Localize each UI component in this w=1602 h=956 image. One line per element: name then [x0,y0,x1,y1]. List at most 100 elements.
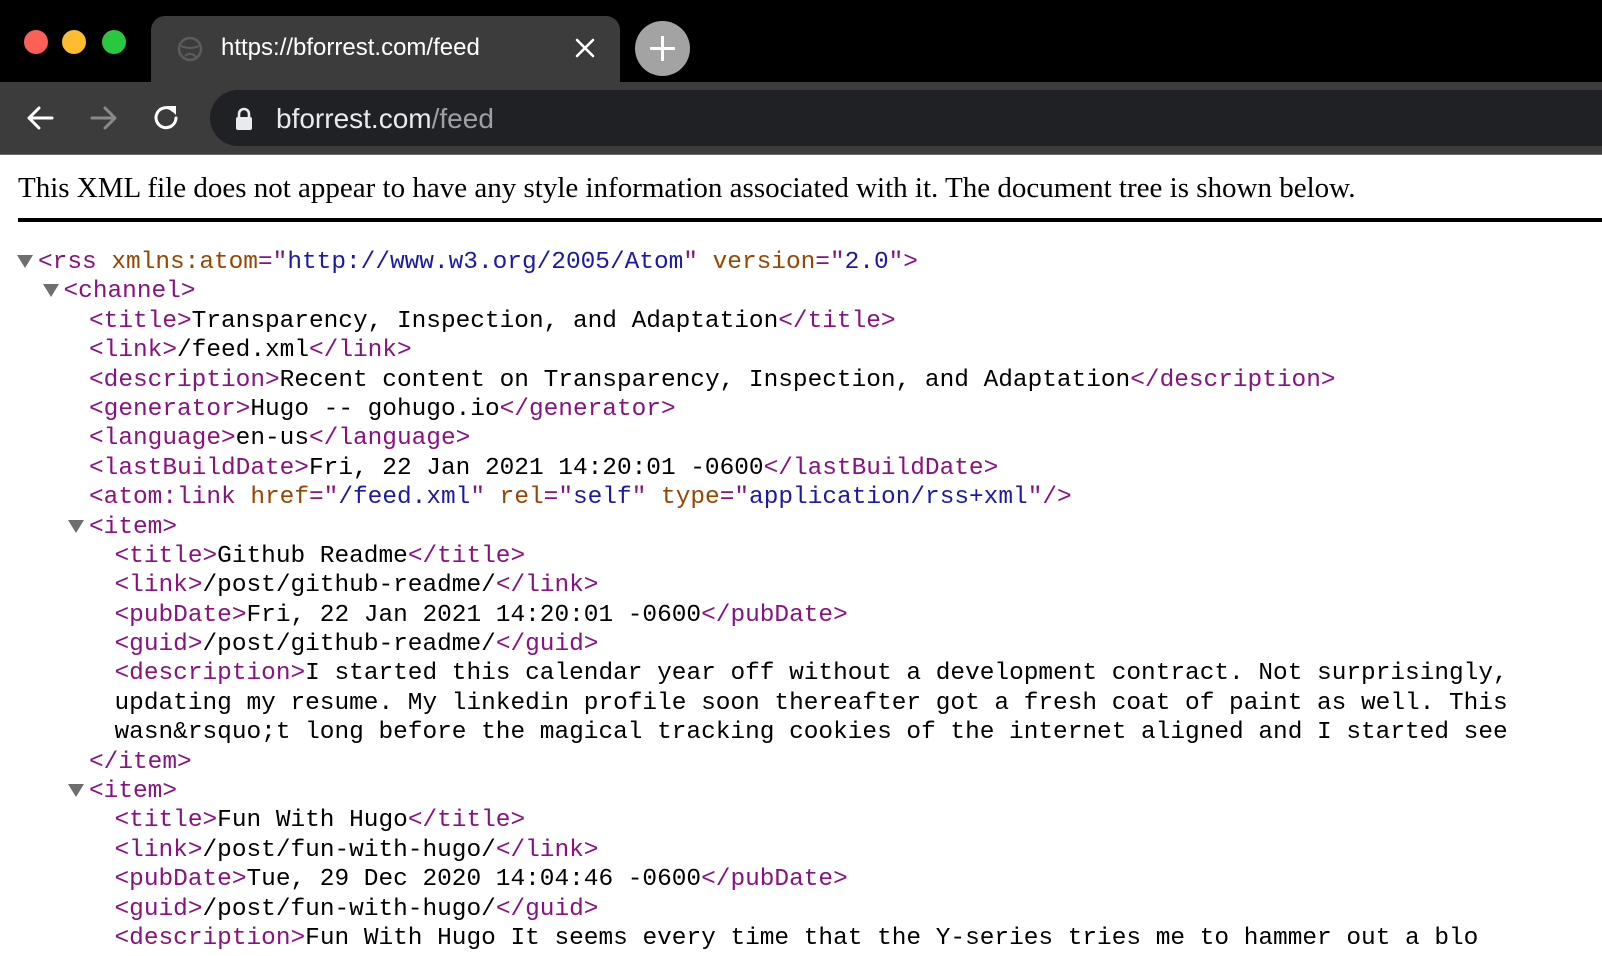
xml-attribute-name: version [712,249,816,276]
xml-tag: =" [719,484,750,512]
url-text[interactable]: bforrest.com/feed [276,103,494,135]
xml-line: <language>en-us</language> [0,424,1602,453]
xml-text: I started this calendar year off without… [305,660,1508,688]
xml-line: <rss xmlns:atom="http://www.w3.org/2005/… [0,248,1602,277]
xml-line: <link>/post/github-readme/</link> [0,571,1602,600]
xml-tag: =" [309,484,339,512]
xml-line-code: <pubDate>Fri, 22 Jan 2021 14:20:01 -0600… [115,601,848,630]
xml-attribute-name: xmlns:atom [111,249,258,276]
xml-tag: <guid> [114,895,203,923]
xml-attribute-value: /feed.xml [338,484,471,512]
xml-line-code: <lastBuildDate>Fri, 22 Jan 2021 14:20:01… [89,454,998,483]
xml-text: /post/fun-with-hugo/ [202,836,496,864]
xml-tag: <description> [114,660,306,688]
xml-line: <item> [0,513,1602,542]
xml-line-code: <description>I started this calendar yea… [115,659,1508,688]
xml-line: <title>Github Readme</title> [0,542,1602,571]
xml-tag: </description> [1130,366,1336,394]
xml-text: Github Readme [217,542,408,570]
xml-line: <description>I started this calendar yea… [0,659,1602,688]
xml-line: <item> [0,777,1602,806]
xml-line-code: <channel> [64,277,196,306]
xml-text: Fun With Hugo [217,807,408,835]
xml-text: Recent content on Transparency, Inspecti… [279,366,1131,394]
xml-text: /post/fun-with-hugo/ [202,895,496,923]
xml-text: Tue, 29 Dec 2020 14:04:46 -0600 [246,866,702,894]
xml-line: </item> [0,748,1602,777]
minimize-window-button[interactable] [62,30,86,54]
xml-attribute-value: self [573,484,632,512]
xml-line: <title>Fun With Hugo</title> [0,806,1602,835]
xml-line: <lastBuildDate>Fri, 22 Jan 2021 14:20:01… [0,454,1602,483]
xml-tag: <atom:link [89,484,251,512]
xml-tag: <lastBuildDate> [89,454,309,482]
xml-tag: </pubDate> [701,866,848,894]
plus-icon [650,36,675,61]
xml-tag: " [631,484,662,512]
arrow-left-icon[interactable] [24,102,56,134]
xml-tag: </title> [407,542,526,570]
lock-icon[interactable] [235,107,253,136]
xml-attribute-name: href [250,484,309,512]
xml-line-code: <link>/feed.xml</link> [89,336,412,365]
xml-tag: " [683,249,713,276]
close-window-button[interactable] [24,30,48,54]
address-bar[interactable]: bforrest.com/feed [210,90,1602,146]
collapse-triangle-icon[interactable] [42,284,59,298]
xml-line: <pubDate>Tue, 29 Dec 2020 14:04:46 -0600… [0,865,1602,894]
xml-line-code: <generator>Hugo -- gohugo.io</generator> [89,395,676,424]
xml-tag: <language> [89,425,236,453]
xml-text: Fun With Hugo It seems every time that t… [305,924,1479,952]
xml-style-info: This XML file does not appear to have an… [18,172,1356,204]
arrow-right-icon[interactable] [88,102,120,134]
xml-line: <pubDate>Fri, 22 Jan 2021 14:20:01 -0600… [0,601,1602,630]
tab-title: https://bforrest.com/feed [221,34,480,61]
xml-tag: <title> [114,542,218,570]
xml-line-code: <atom:link href="/feed.xml" rel="self" t… [89,483,1072,512]
xml-tag: </item> [89,748,192,776]
xml-line: <channel> [0,277,1602,306]
close-icon[interactable] [574,37,596,59]
xml-text: /post/github-readme/ [202,631,496,659]
collapse-triangle-icon[interactable] [68,784,84,798]
xml-tag: <title> [114,807,218,835]
xml-text: Hugo -- gohugo.io [250,395,500,423]
xml-tag: <description> [114,924,306,952]
xml-tag: "> [888,249,918,276]
xml-tag: </generator> [499,395,676,423]
xml-tree: <rss xmlns:atom="http://www.w3.org/2005/… [0,248,1602,953]
xml-tag: =" [257,249,288,276]
xml-line-code: <item> [89,777,177,806]
collapse-triangle-icon[interactable] [68,519,84,533]
xml-tag: </guid> [495,631,599,659]
xml-tag: <channel> [63,278,196,306]
xml-tag: </language> [308,425,471,453]
xml-attribute-value: http://www.w3.org/2005/Atom [287,249,684,276]
tab-bar: https://bforrest.com/feed [0,0,1602,82]
xml-tag: <generator> [89,395,251,423]
zoom-window-button[interactable] [102,30,126,54]
xml-line-code: <guid>/post/github-readme/</guid> [115,630,599,659]
xml-text: Transparency, Inspection, and Adaptation [191,307,779,335]
url-path: /feed [431,103,494,134]
reload-icon[interactable] [150,102,182,134]
xml-line: <guid>/post/github-readme/</guid> [0,630,1602,659]
xml-tag: <title> [89,307,192,335]
url-host: bforrest.com [276,103,432,134]
collapse-triangle-icon[interactable] [17,255,33,268]
xml-tag: <link> [89,337,177,365]
xml-tag: </link> [308,337,412,365]
xml-line: <title>Transparency, Inspection, and Ada… [0,307,1602,336]
browser-tab[interactable]: https://bforrest.com/feed [151,16,620,82]
new-tab-button[interactable] [635,21,690,76]
xml-line: updating my resume. My linkedin profile … [0,689,1602,718]
xml-attribute-name: rel [499,484,544,512]
xml-tag: =" [543,484,574,512]
xml-line-code: wasn&rsquo;t long before the magical tra… [115,718,1508,747]
browser-toolbar: bforrest.com/feed [0,82,1602,155]
xml-text: updating my resume. My linkedin profile … [114,689,1508,717]
xml-attribute-name: type [661,484,720,512]
xml-tag: <description> [89,366,280,394]
xml-line-code: updating my resume. My linkedin profile … [115,689,1508,718]
xml-line-code: </item> [89,748,192,777]
